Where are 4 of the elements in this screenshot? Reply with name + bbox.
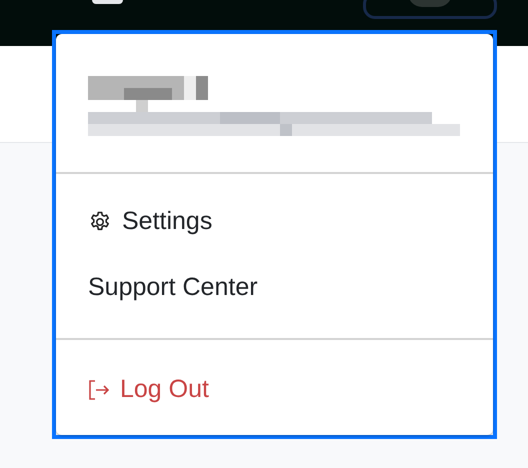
menu-item[interactable]: Settings <box>56 198 212 246</box>
logout-link[interactable]: Log Out <box>56 366 209 414</box>
menu-item[interactable]: Support Center <box>56 264 258 312</box>
logout-icon <box>88 378 110 402</box>
